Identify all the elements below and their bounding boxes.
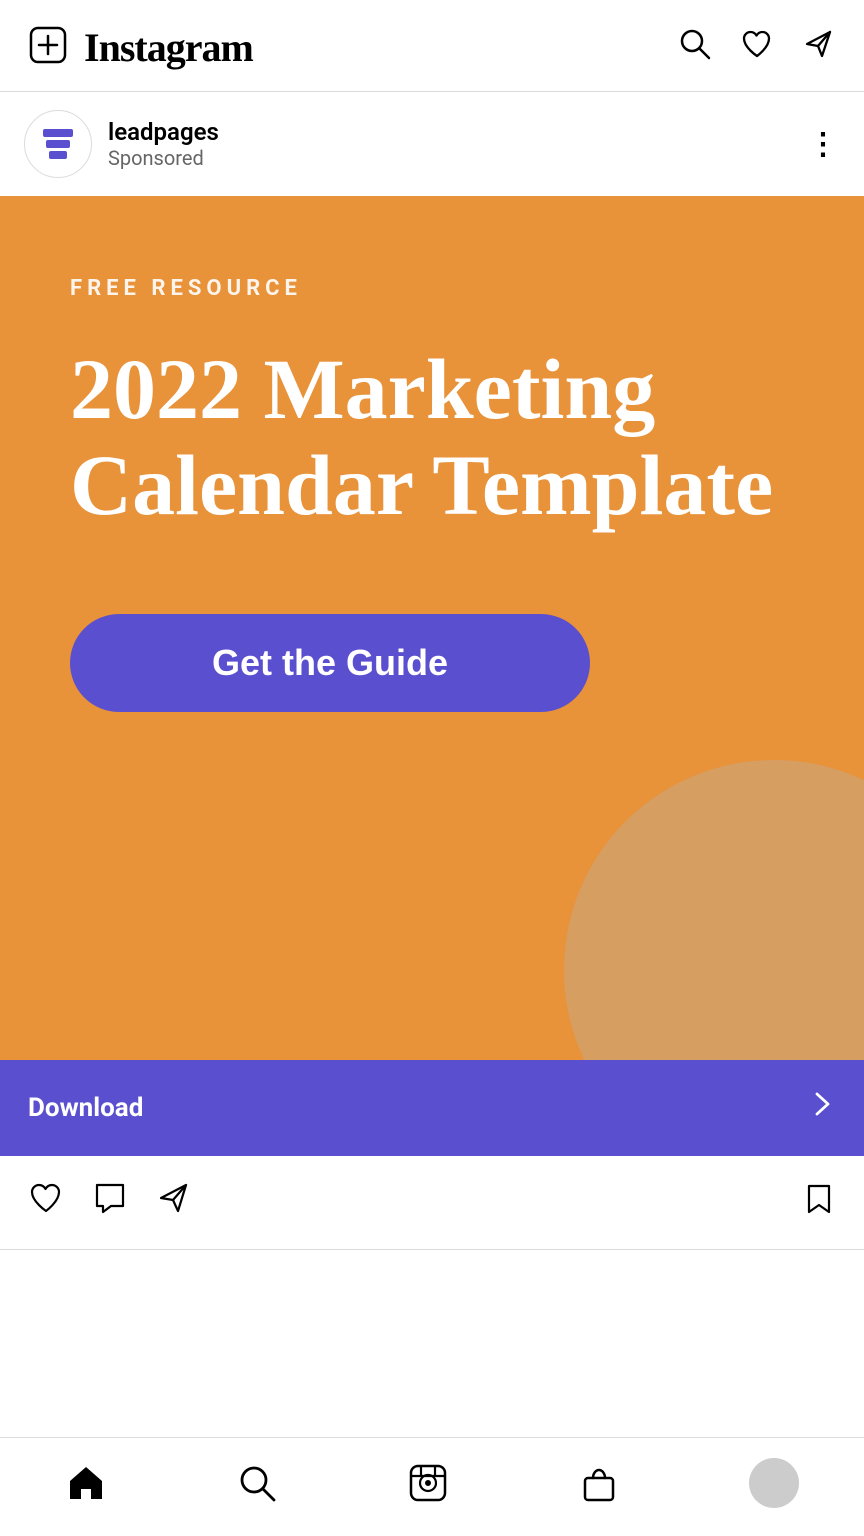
more-options-icon[interactable]: ⋮: [808, 127, 840, 162]
instagram-logo: Instagram: [84, 24, 253, 71]
top-navigation: Instagram: [0, 0, 864, 92]
ad-title: 2022 Marketing Calendar Template: [70, 341, 794, 534]
search-icon[interactable]: [678, 27, 712, 69]
new-post-icon[interactable]: [28, 25, 68, 71]
profile-avatar: [749, 1458, 799, 1508]
nav-profile[interactable]: [749, 1458, 799, 1508]
nav-search[interactable]: [236, 1462, 278, 1504]
account-info: leadpages Sponsored: [108, 118, 219, 170]
download-bar[interactable]: Download: [0, 1060, 864, 1156]
post-header: leadpages Sponsored ⋮: [0, 92, 864, 196]
avatar[interactable]: [24, 110, 92, 178]
ad-image: FREE RESOURCE 2022 Marketing Calendar Te…: [0, 196, 864, 1060]
bottom-navigation: [0, 1437, 864, 1536]
account-name[interactable]: leadpages: [108, 118, 219, 146]
share-icon[interactable]: [156, 1180, 192, 1225]
nav-shop[interactable]: [578, 1462, 620, 1504]
send-icon[interactable]: [802, 27, 836, 69]
post-actions-left: [28, 1180, 192, 1225]
sponsored-label: Sponsored: [108, 146, 219, 170]
logo-layer-3: [49, 151, 67, 159]
nav-home[interactable]: [65, 1462, 107, 1504]
logo-layer-1: [43, 129, 73, 137]
post-actions: [0, 1156, 864, 1250]
like-icon[interactable]: [28, 1180, 64, 1225]
get-guide-button[interactable]: Get the Guide: [70, 614, 590, 712]
nav-reels[interactable]: [407, 1462, 449, 1504]
chevron-right-icon: [808, 1090, 836, 1126]
nav-right: [678, 27, 836, 69]
comment-icon[interactable]: [92, 1180, 128, 1225]
nav-left: Instagram: [28, 24, 253, 71]
logo-layer-2: [46, 140, 70, 148]
heart-icon[interactable]: [740, 27, 774, 69]
free-resource-label: FREE RESOURCE: [70, 276, 794, 301]
download-label: Download: [28, 1093, 143, 1123]
leadpages-logo-icon: [43, 129, 73, 159]
bookmark-icon[interactable]: [802, 1182, 836, 1224]
post-header-left: leadpages Sponsored: [24, 110, 219, 178]
decorative-circle: [564, 760, 864, 1060]
